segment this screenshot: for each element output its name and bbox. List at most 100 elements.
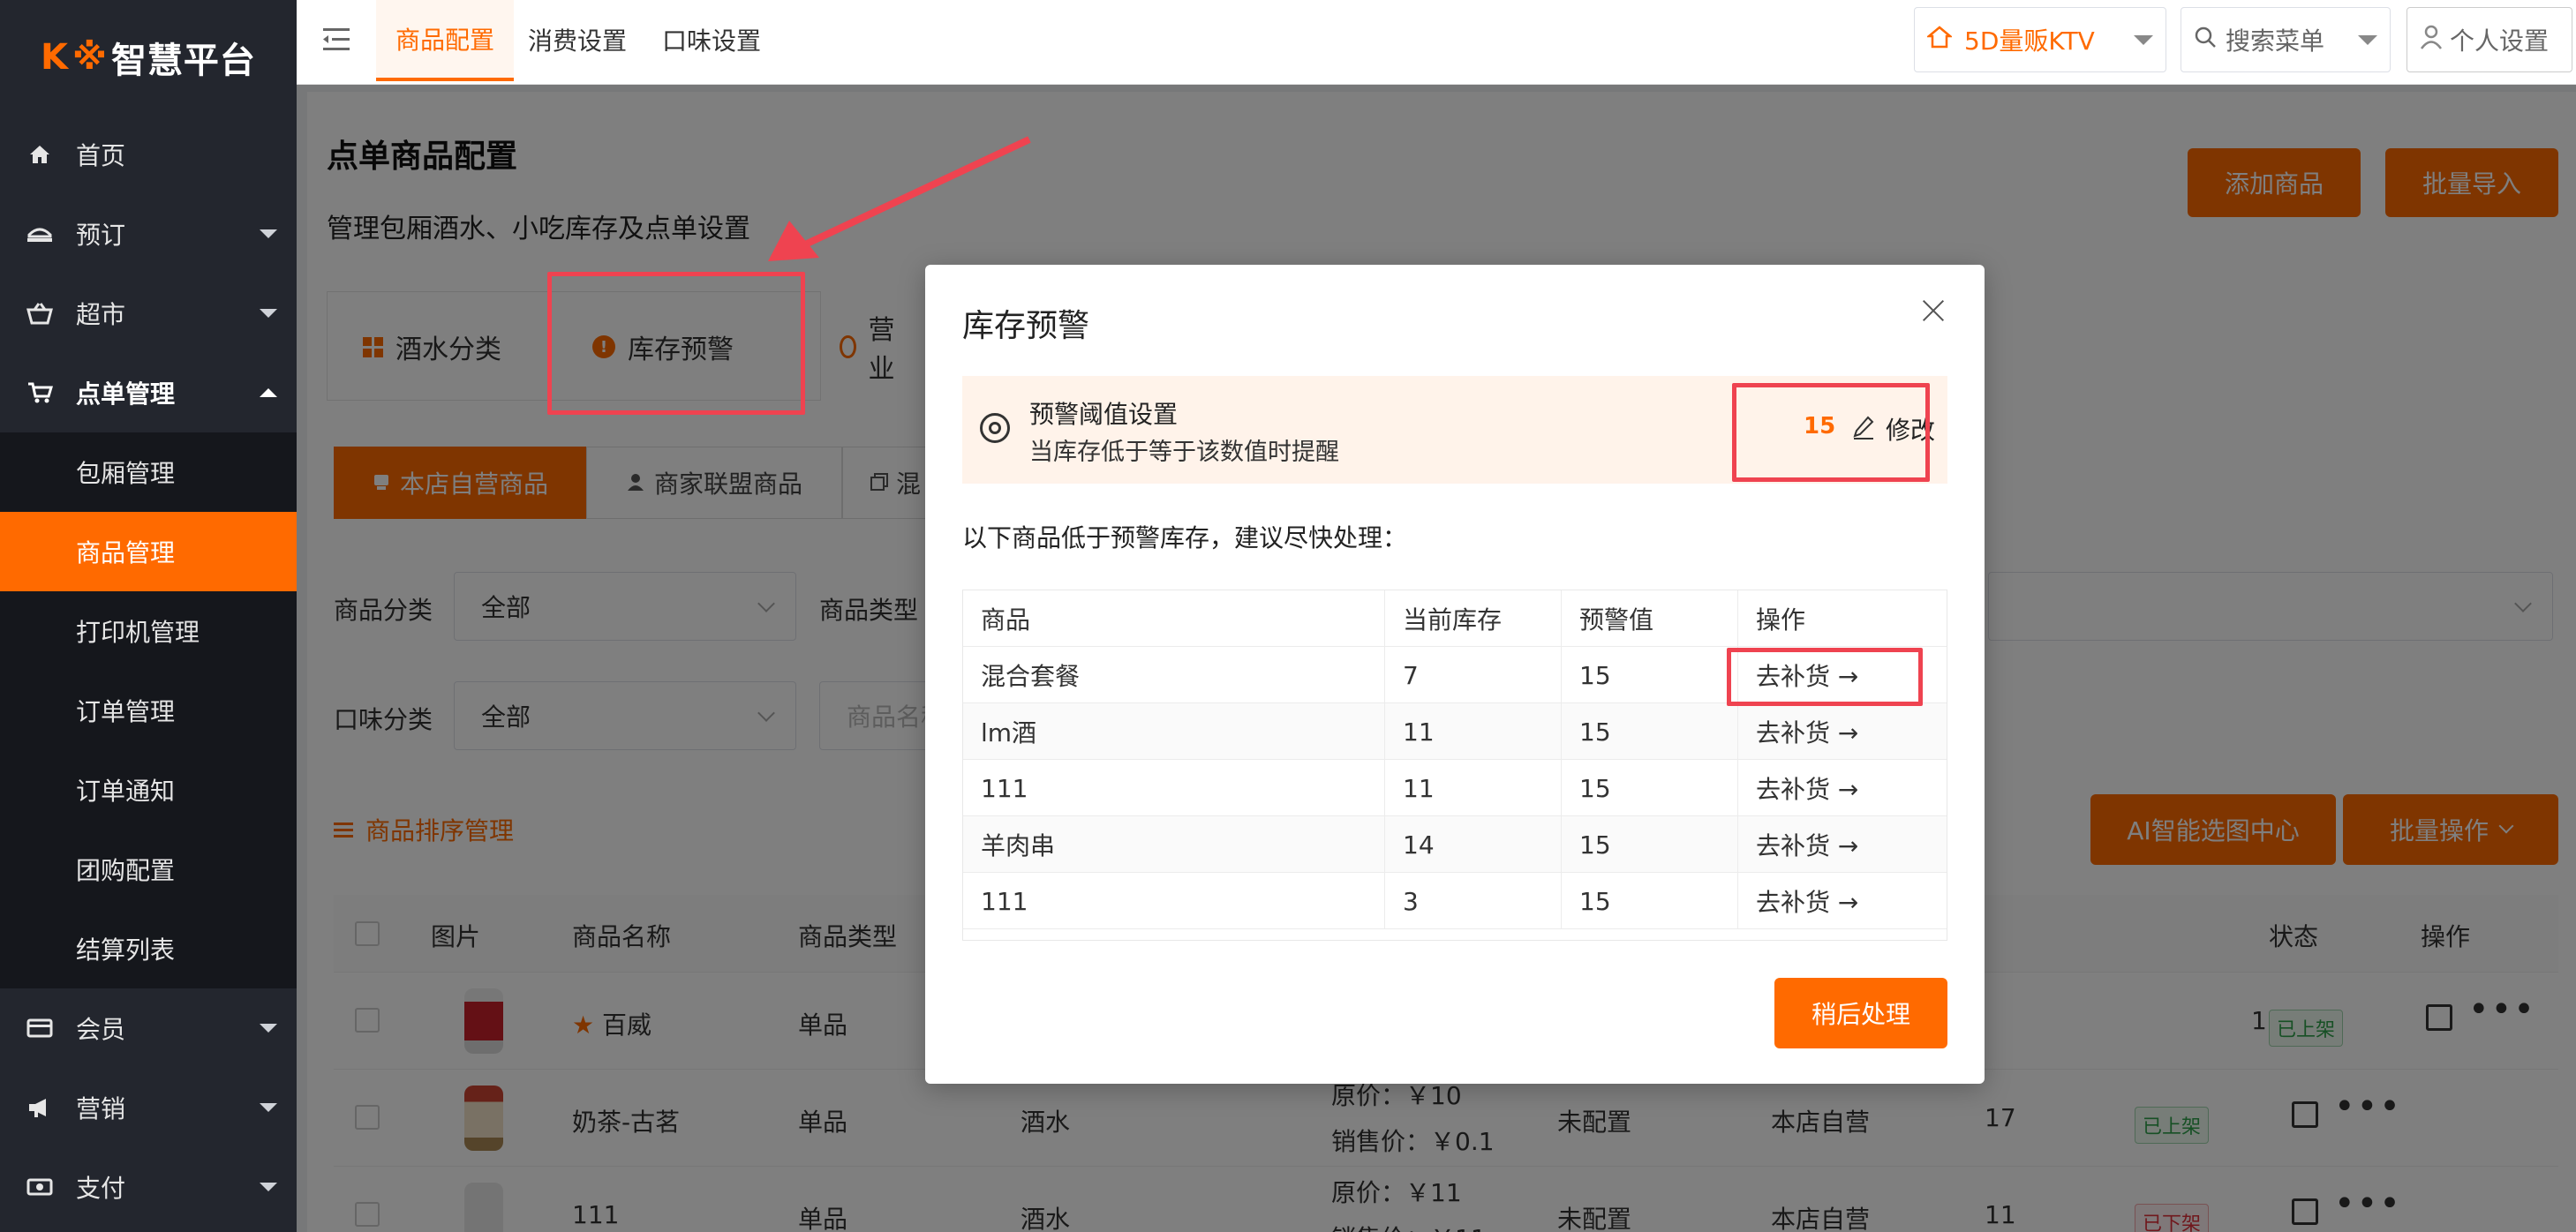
- tab-label: 消费设置: [528, 26, 628, 56]
- column-header: 操作: [1756, 605, 1806, 635]
- gear-icon: [980, 413, 1010, 443]
- subitem-label: 订单通知: [76, 777, 176, 806]
- table-header: 商品 当前库存 预警值 操作: [963, 590, 1947, 647]
- profile-settings[interactable]: 个人设置: [2407, 7, 2572, 72]
- column-header: 预警值: [1562, 590, 1738, 647]
- search-icon: [2194, 26, 2217, 55]
- sidebar-item-member[interactable]: 会员: [0, 988, 297, 1068]
- product-name: lm酒: [963, 703, 1385, 760]
- current-stock: 3: [1385, 873, 1562, 929]
- product-name: 111: [963, 873, 1385, 929]
- subitem-label: 商品管理: [76, 538, 176, 567]
- link-label: 去补货 →: [1756, 888, 1859, 917]
- sidebar-item-label: 预订: [76, 221, 126, 250]
- chevron-down-icon: [260, 229, 277, 238]
- table-row: 111 3 15 去补货 →: [963, 873, 1947, 929]
- logo: K ※ 智慧平台: [0, 0, 297, 115]
- threshold-title: 预警阈值设置: [1029, 400, 1179, 429]
- chevron-down-icon: [2134, 34, 2153, 45]
- current-stock: 11: [1385, 760, 1562, 816]
- sidebar-item-order-mgmt[interactable]: 点单管理: [0, 353, 297, 432]
- subitem-label: 结算列表: [76, 935, 176, 965]
- cash-icon: [25, 1172, 55, 1202]
- link-label: 去补货 →: [1756, 831, 1859, 860]
- sidebar-subitem-settle[interactable]: 结算列表: [0, 909, 297, 988]
- store-name: 5D量贩KTV: [1964, 26, 2095, 56]
- menu-search[interactable]: 搜索菜单: [2181, 7, 2391, 72]
- sidebar-item-marketing[interactable]: 营销: [0, 1068, 297, 1147]
- subitem-label: 打印机管理: [76, 618, 200, 647]
- restock-link[interactable]: 去补货 →: [1738, 873, 1948, 929]
- restock-link[interactable]: 去补货 →: [1738, 703, 1948, 760]
- sidebar-item-label: 会员: [76, 1015, 126, 1044]
- table-row: 羊肉串 14 15 去补货 →: [963, 816, 1947, 873]
- annotation-highlight-tab: [547, 272, 805, 415]
- warning-value: 15: [1562, 703, 1738, 760]
- user-icon: [2420, 25, 2443, 56]
- chevron-down-icon: [260, 1183, 277, 1191]
- restock-link[interactable]: 去补货 →: [1738, 816, 1948, 873]
- sidebar-subitem-orders[interactable]: 订单管理: [0, 671, 297, 750]
- basket-icon: [25, 298, 55, 328]
- product-name: 111: [963, 760, 1385, 816]
- sidebar-item-reserve[interactable]: 预订: [0, 194, 297, 274]
- menu-collapse-icon[interactable]: [323, 26, 351, 53]
- current-stock: 7: [1385, 647, 1562, 703]
- sidebar-item-label: 点单管理: [76, 379, 176, 409]
- home-icon: [25, 139, 55, 169]
- sidebar-item-pay[interactable]: 支付: [0, 1147, 297, 1227]
- reserve-icon: [25, 219, 55, 249]
- sidebar-item-label: 超市: [76, 300, 126, 329]
- sidebar-subitem-printers[interactable]: 打印机管理: [0, 591, 297, 671]
- link-label: 去补货 →: [1756, 775, 1859, 804]
- subitem-label: 包厢管理: [76, 459, 176, 488]
- link-label: 去补货 →: [1756, 718, 1859, 747]
- warning-value: 15: [1562, 760, 1738, 816]
- column-header: 当前库存: [1385, 590, 1562, 647]
- threshold-desc: 当库存低于等于该数值时提醒: [1029, 439, 1339, 466]
- sidebar-subitem-notify[interactable]: 订单通知: [0, 750, 297, 830]
- warning-value: 15: [1562, 647, 1738, 703]
- product-name: 羊肉串: [963, 816, 1385, 873]
- low-stock-table: 商品 当前库存 预警值 操作 混合套餐 7 15 去补货 → lm酒 11 15…: [962, 590, 1947, 941]
- annotation-arrow: [768, 136, 1031, 261]
- store-selector[interactable]: 5D量贩KTV: [1914, 7, 2166, 72]
- logo-text: 智慧平台: [110, 41, 256, 81]
- logo-k: K: [41, 37, 70, 78]
- sidebar-subitem-products[interactable]: 商品管理: [0, 512, 297, 591]
- close-icon[interactable]: [1921, 298, 1946, 323]
- warning-value: 15: [1562, 816, 1738, 873]
- logo-sep: ※: [72, 37, 108, 78]
- submenu-order-mgmt: 包厢管理 商品管理 打印机管理 订单管理 订单通知 团购配置 结算列表: [0, 432, 297, 988]
- restock-link[interactable]: 去补货 →: [1738, 760, 1948, 816]
- button-label: 稍后处理: [1811, 1000, 1910, 1029]
- sidebar-subitem-rooms[interactable]: 包厢管理: [0, 432, 297, 512]
- topbar: 商品配置 消费设置 口味设置 5D量贩KTV 搜索菜单 个人设置: [297, 0, 2576, 85]
- tab-consume-settings[interactable]: 消费设置: [528, 0, 627, 79]
- table-row: lm酒 11 15 去补货 →: [963, 703, 1947, 760]
- chevron-down-icon: [260, 309, 277, 318]
- column-header: 商品: [963, 590, 1385, 647]
- chevron-up-icon: [260, 388, 277, 397]
- tab-product-config[interactable]: 商品配置: [376, 0, 515, 81]
- current-stock: 14: [1385, 816, 1562, 873]
- handle-later-button[interactable]: 稍后处理: [1774, 978, 1947, 1048]
- tab-flavor-settings[interactable]: 口味设置: [662, 0, 761, 79]
- subitem-label: 团购配置: [76, 856, 176, 885]
- sidebar-subitem-groupbuy[interactable]: 团购配置: [0, 830, 297, 909]
- current-stock: 11: [1385, 703, 1562, 760]
- sidebar-item-label: 首页: [76, 141, 126, 170]
- sidebar-item-home[interactable]: 首页: [0, 115, 297, 194]
- product-name: 混合套餐: [963, 647, 1385, 703]
- chevron-down-icon: [260, 1103, 277, 1112]
- search-label: 搜索菜单: [2226, 26, 2325, 56]
- annotation-highlight-restock: [1727, 648, 1923, 706]
- subitem-label: 订单管理: [76, 697, 176, 726]
- sidebar-item-market[interactable]: 超市: [0, 274, 297, 353]
- tab-label: 商品配置: [395, 26, 495, 55]
- warning-value: 15: [1562, 873, 1738, 929]
- annotation-highlight-modify: [1732, 383, 1930, 482]
- stock-warning-dialog: 库存预警 预警阈值设置 当库存低于等于该数值时提醒 15 修改 以下商品低于预警…: [925, 265, 1985, 1084]
- profile-label: 个人设置: [2450, 26, 2550, 56]
- sidebar: K ※ 智慧平台 首页 预订 超市 点单管理 包厢管理 商品管理 打印机管理 订单管…: [0, 0, 297, 1232]
